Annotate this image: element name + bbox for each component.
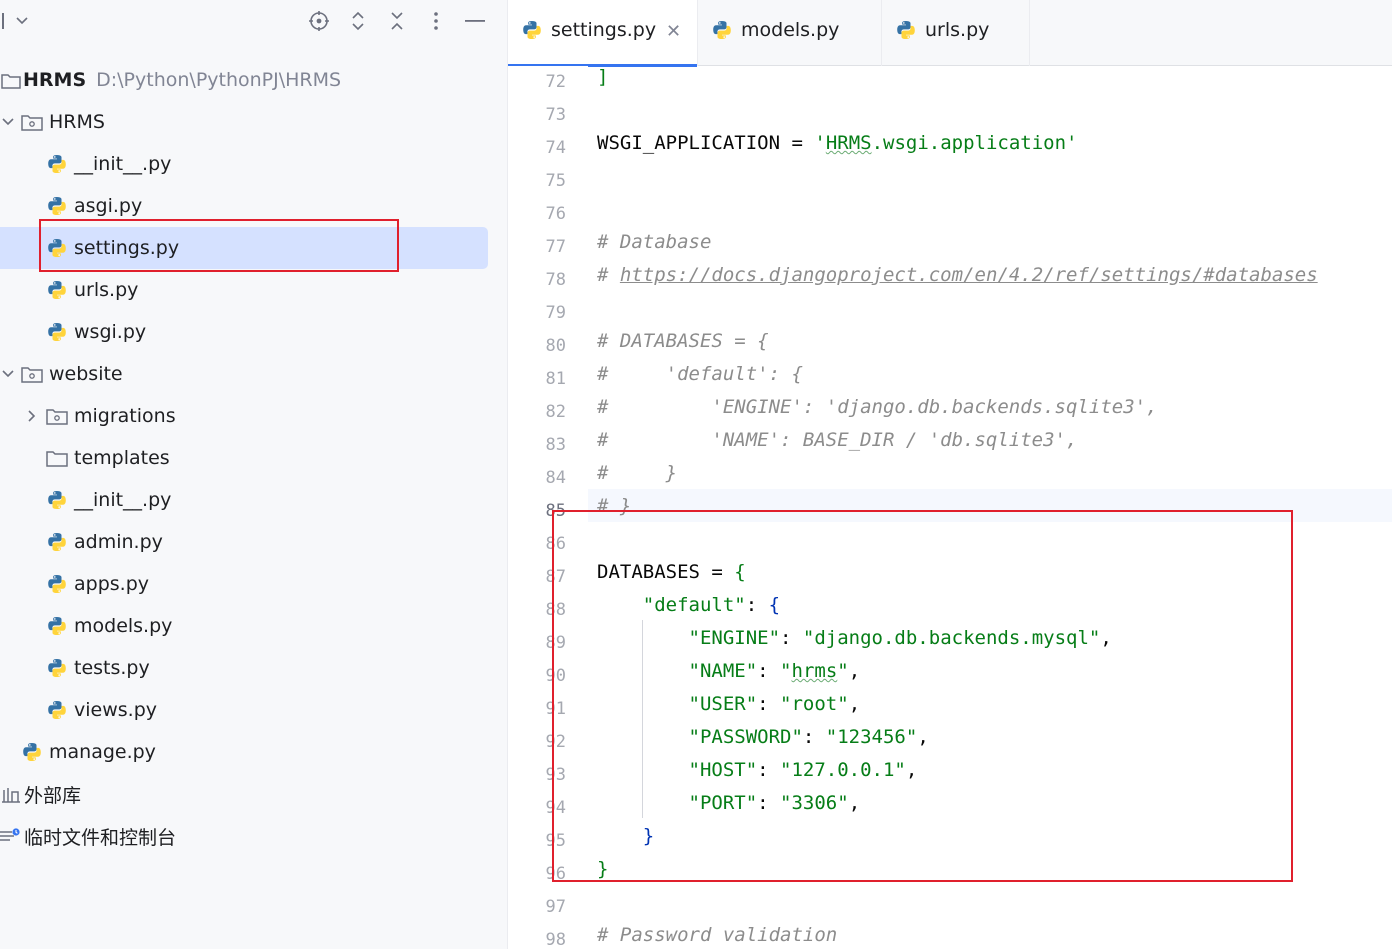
file-label: models.py	[74, 615, 173, 637]
tree-file-init-website[interactable]: __init__.py	[0, 479, 488, 521]
code-line-72: ]	[597, 66, 609, 88]
code-line-81: # 'default': {	[597, 363, 803, 385]
file-label: __init__.py	[74, 153, 172, 175]
file-label: manage.py	[49, 741, 156, 763]
file-label: tests.py	[74, 657, 150, 679]
tree-file-urls[interactable]: urls.py	[0, 269, 488, 311]
tree-file-admin[interactable]: admin.py	[0, 521, 488, 563]
code-line-96: }	[597, 858, 609, 880]
tree-file-asgi[interactable]: asgi.py	[0, 185, 488, 227]
code-line-85: # }	[597, 495, 632, 517]
chevron-right-icon[interactable]	[24, 408, 40, 424]
package-folder-icon	[21, 363, 43, 385]
file-label: __init__.py	[74, 489, 172, 511]
code-line-83: # 'NAME': BASE_DIR / 'db.sqlite3',	[597, 429, 1078, 451]
tree-folder-migrations[interactable]: migrations	[0, 395, 488, 437]
file-label: admin.py	[74, 531, 163, 553]
file-label: wsgi.py	[74, 321, 147, 343]
python-file-icon	[46, 153, 68, 175]
code-line-95: }	[642, 825, 655, 847]
code-line-90: "NAME": "hrms",	[688, 660, 861, 682]
expand-collapse-icon[interactable]	[346, 8, 370, 34]
library-icon	[0, 783, 22, 805]
file-label: asgi.py	[74, 195, 143, 217]
python-file-icon	[46, 615, 68, 637]
file-label: settings.py	[74, 237, 180, 259]
tree-package-website[interactable]: website	[0, 353, 488, 395]
project-root-name: HRMS	[23, 69, 87, 91]
chevron-down-icon[interactable]	[0, 366, 16, 382]
python-file-icon	[46, 195, 68, 217]
code-line-89: "ENGINE": "django.db.backends.mysql",	[688, 627, 1112, 649]
project-tool-window: HRMS D:\Python\PythonPJ\HRMS HRMS __init_…	[0, 0, 507, 949]
file-label: apps.py	[74, 573, 150, 595]
code-line-74: WSGI_APPLICATION = 'HRMS.wsgi.applicatio…	[597, 132, 1078, 154]
code-line-93: "HOST": "127.0.0.1",	[688, 759, 918, 781]
folder-icon	[46, 447, 68, 469]
folder-label: migrations	[74, 405, 176, 427]
tree-file-settings[interactable]: settings.py	[0, 227, 488, 269]
file-label: views.py	[74, 699, 157, 721]
tree-external-libraries[interactable]: 外部库	[0, 773, 488, 815]
code-line-82: # 'ENGINE': 'django.db.backends.sqlite3'…	[597, 396, 1158, 418]
hide-minimize-icon[interactable]	[462, 8, 488, 34]
tree-package-hrms[interactable]: HRMS	[0, 101, 488, 143]
python-file-icon	[46, 321, 68, 343]
tree-file-models[interactable]: models.py	[0, 605, 488, 647]
code-editor[interactable]: settings.py ✕ models.py urls.py 72 73 74 75…	[507, 0, 1392, 949]
python-file-icon	[46, 237, 68, 259]
package-label: website	[49, 363, 123, 385]
tree-file-apps[interactable]: apps.py	[0, 563, 488, 605]
view-selector-chevron-icon[interactable]	[12, 8, 32, 34]
code-line-92: "PASSWORD": "123456",	[688, 726, 929, 748]
folder-icon	[0, 69, 22, 91]
code-line-88: "default": {	[642, 594, 781, 616]
package-folder-icon	[46, 405, 68, 427]
tree-file-manage[interactable]: manage.py	[0, 731, 488, 773]
folder-label: templates	[74, 447, 170, 469]
tree-file-wsgi[interactable]: wsgi.py	[0, 311, 488, 353]
file-label: urls.py	[74, 279, 139, 301]
tree-file-views[interactable]: views.py	[0, 689, 488, 731]
code-line-84: # }	[597, 462, 678, 484]
code-line-94: "PORT": "3306",	[688, 792, 861, 814]
code-area[interactable]: ] WSGI_APPLICATION = 'HRMS.wsgi.applicat…	[508, 0, 1392, 949]
tree-scratches[interactable]: 临时文件和控制台	[0, 815, 488, 857]
python-file-icon	[46, 489, 68, 511]
code-line-91: "USER": "root",	[688, 693, 861, 715]
tree-folder-templates[interactable]: templates	[0, 437, 488, 479]
scratches-label: 临时文件和控制台	[24, 826, 177, 849]
code-line-98: # Password validation	[597, 924, 838, 946]
python-file-icon	[46, 657, 68, 679]
scratches-console-icon	[0, 825, 22, 847]
python-file-icon	[46, 573, 68, 595]
python-file-icon	[46, 531, 68, 553]
docs-link[interactable]: https://docs.djangoproject.com/en/4.2/re…	[620, 264, 1318, 286]
package-label: HRMS	[49, 111, 105, 133]
python-file-icon	[21, 741, 43, 763]
tree-root-hrms[interactable]: HRMS D:\Python\PythonPJ\HRMS	[0, 59, 488, 101]
view-selector-edge[interactable]	[0, 8, 6, 34]
code-line-78: # https://docs.djangoproject.com/en/4.2/…	[597, 264, 1318, 286]
code-line-87: DATABASES = {	[597, 561, 746, 583]
collapse-all-icon[interactable]	[385, 8, 409, 34]
code-line-77: # Database	[597, 231, 712, 253]
tree-file-init-hrms[interactable]: __init__.py	[0, 143, 488, 185]
python-file-icon	[46, 699, 68, 721]
select-opened-file-icon[interactable]	[306, 8, 332, 34]
project-toolbar	[0, 0, 507, 44]
chevron-down-icon[interactable]	[0, 114, 16, 130]
code-line-80: # DATABASES = {	[597, 330, 769, 352]
external-libraries-label: 外部库	[24, 784, 82, 807]
options-menu-icon[interactable]	[425, 8, 447, 34]
python-file-icon	[46, 279, 68, 301]
package-folder-icon	[21, 111, 43, 133]
project-root-path: D:\Python\PythonPJ\HRMS	[96, 69, 342, 91]
tree-file-tests[interactable]: tests.py	[0, 647, 488, 689]
